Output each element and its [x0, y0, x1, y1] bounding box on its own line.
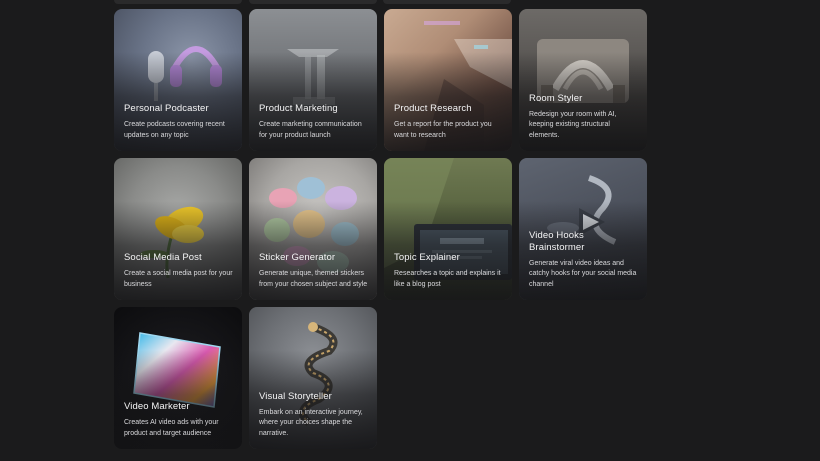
- card-description: Embark on an interactive journey, where …: [259, 408, 363, 437]
- card-title: Visual Storyteller: [259, 390, 332, 402]
- card-sticker-generator[interactable]: Sticker Generator Generate unique, theme…: [249, 158, 377, 300]
- card-social-media-post[interactable]: Social Media Post Create a social media …: [114, 158, 242, 300]
- card-room-styler[interactable]: Room Styler Redesign your room with AI, …: [519, 9, 647, 151]
- card-product-research[interactable]: Product Research Get a report for the pr…: [384, 9, 512, 151]
- card-topic-explainer[interactable]: Topic Explainer Researches a topic and e…: [384, 158, 512, 300]
- card-video-marketer[interactable]: Video Marketer Creates AI video ads with…: [114, 307, 242, 449]
- agent-gallery-page: Personal Podcaster Create podcasts cover…: [0, 0, 820, 461]
- card-title: Product Marketing: [259, 103, 338, 114]
- card-description: Researches a topic and explains it like …: [394, 270, 501, 288]
- card-video-hooks-brainstormer[interactable]: Video Hooks Brainstormer Generate viral …: [519, 158, 647, 300]
- card-title: Product Research: [394, 103, 472, 114]
- card-description: Creates AI video ads with your product a…: [124, 419, 219, 437]
- card-description: Create podcasts covering recent updates …: [124, 121, 225, 139]
- previous-row-card-edge: [383, 0, 511, 4]
- card-description: Generate viral video ideas and catchy ho…: [529, 259, 637, 288]
- previous-row-card-edge: [249, 0, 377, 4]
- card-title: Personal Podcaster: [124, 103, 209, 114]
- card-personal-podcaster[interactable]: Personal Podcaster Create podcasts cover…: [114, 9, 242, 151]
- card-title: Topic Explainer: [394, 252, 460, 263]
- card-description: Create marketing communication for your …: [259, 121, 362, 139]
- card-title: Room Styler: [529, 92, 583, 104]
- card-description: Create a social media post for your busi…: [124, 270, 233, 288]
- card-title: Social Media Post: [124, 252, 202, 263]
- card-title: Sticker Generator: [259, 252, 336, 263]
- previous-row-card-edge: [114, 0, 242, 4]
- agent-card-grid: Personal Podcaster Create podcasts cover…: [114, 9, 647, 449]
- card-product-marketing[interactable]: Product Marketing Create marketing commu…: [249, 9, 377, 151]
- card-title: Video Marketer: [124, 401, 190, 412]
- card-description: Get a report for the product you want to…: [394, 121, 492, 139]
- card-description: Generate unique, themed stickers from yo…: [259, 270, 368, 288]
- card-title: Video Hooks Brainstormer: [529, 229, 585, 253]
- card-description: Redesign your room with AI, keeping exis…: [529, 110, 617, 139]
- card-visual-storyteller[interactable]: Visual Storyteller Embark on an interact…: [249, 307, 377, 449]
